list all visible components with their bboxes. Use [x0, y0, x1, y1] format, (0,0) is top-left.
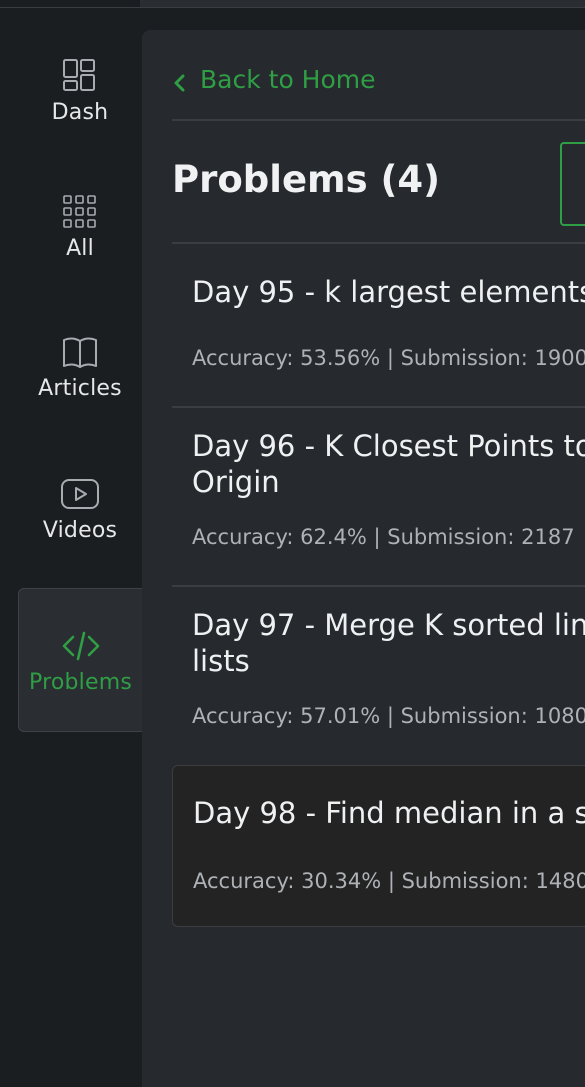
- problem-item[interactable]: Day 95 - k largest elements Accuracy: 53…: [172, 244, 585, 406]
- problem-item[interactable]: Day 97 - Merge K sorted linked lists Acc…: [172, 587, 585, 763]
- grid-icon: [63, 195, 96, 228]
- sidebar-item-label: Dash: [51, 100, 109, 125]
- sidebar-item-label: Articles: [38, 376, 122, 401]
- sidebar-item-all[interactable]: All: [18, 192, 142, 261]
- problem-title[interactable]: Day 95 - k largest elements: [192, 274, 585, 310]
- sidebar-item-label: Videos: [42, 518, 118, 543]
- code-icon: [62, 631, 99, 660]
- page-title: Problems (4): [172, 158, 441, 201]
- sidebar: Dash All Articles Videos Problems: [0, 8, 142, 1087]
- chevron-left-icon: [174, 74, 185, 91]
- dashboard-icon: [63, 59, 95, 91]
- sidebar-item-videos[interactable]: Videos: [18, 474, 142, 543]
- problem-stats: Accuracy: 62.4% | Submission: 2187: [192, 525, 575, 549]
- problem-title[interactable]: Day 96 - K Closest Points to Origin: [192, 428, 585, 500]
- problem-item-selected[interactable]: Day 98 - Find median in a stream Accurac…: [172, 765, 585, 927]
- problem-title[interactable]: Day 97 - Merge K sorted linked lists: [192, 607, 585, 679]
- back-label: Back to Home: [200, 65, 376, 94]
- sidebar-item-label: Problems: [28, 669, 132, 695]
- sidebar-item-problems[interactable]: Problems: [18, 588, 142, 732]
- sidebar-item-articles[interactable]: Articles: [18, 332, 142, 401]
- sidebar-item-dash[interactable]: Dash: [18, 56, 142, 125]
- problem-item[interactable]: Day 96 - K Closest Points to Origin Accu…: [172, 408, 585, 586]
- problem-stats: Accuracy: 57.01% | Submission: 1080: [192, 704, 585, 728]
- window-top-bar: [0, 0, 585, 8]
- back-to-home-link[interactable]: Back to Home: [172, 65, 376, 94]
- problem-stats: Accuracy: 53.56% | Submission: 1900: [192, 346, 585, 370]
- main-panel: Back to Home Problems (4) Day 95 - k lar…: [142, 30, 585, 1087]
- sidebar-item-label: All: [66, 236, 94, 261]
- problem-title[interactable]: Day 98 - Find median in a stream: [193, 795, 585, 831]
- video-play-icon: [61, 479, 99, 509]
- divider: [172, 119, 585, 121]
- filter-button[interactable]: [560, 142, 585, 226]
- book-icon: [63, 337, 97, 368]
- problem-stats: Accuracy: 30.34% | Submission: 1480: [193, 869, 585, 893]
